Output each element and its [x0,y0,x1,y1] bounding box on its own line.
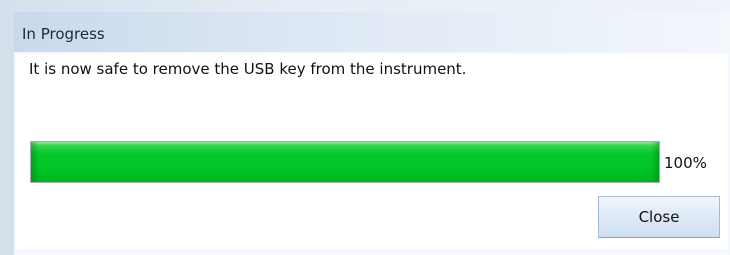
dialog-titlebar: In Progress [14,12,730,52]
close-button[interactable]: Close [598,196,720,238]
progress-bar-fill [31,142,659,182]
window-background: In Progress It is now safe to remove the… [0,0,730,255]
progress-dialog: In Progress It is now safe to remove the… [14,12,730,255]
progress-bar [30,141,660,183]
progress-percent-label: 100% [664,154,707,172]
dialog-title: In Progress [22,25,105,43]
status-message: It is now safe to remove the USB key fro… [29,60,467,78]
